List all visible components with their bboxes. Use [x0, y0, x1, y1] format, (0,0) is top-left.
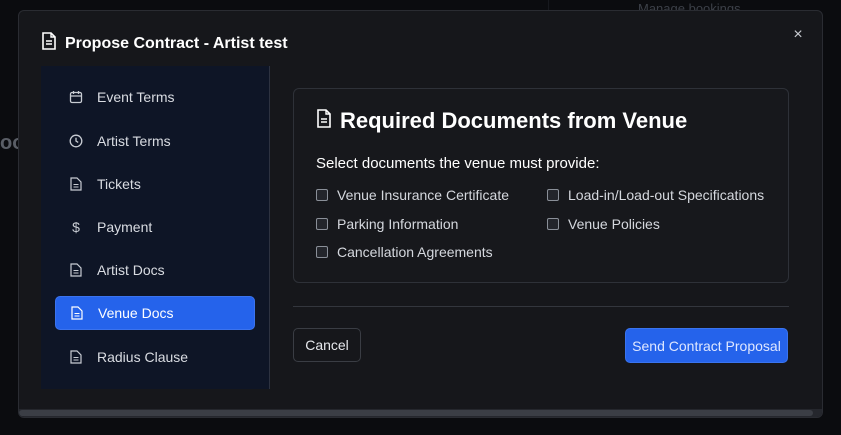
- scrollbar-thumb[interactable]: [19, 410, 813, 416]
- checkbox[interactable]: [316, 189, 328, 201]
- background-divider: [548, 0, 549, 10]
- document-icon: [69, 263, 83, 277]
- checkbox-load-in-load-out-specifications[interactable]: Load-in/Load-out Specifications: [547, 187, 764, 203]
- sidebar-item-label: Payment: [97, 219, 153, 235]
- checkbox[interactable]: [316, 246, 328, 258]
- sidebar-item-artist-terms[interactable]: Artist Terms: [55, 124, 255, 158]
- section-title: Required Documents from Venue: [316, 108, 687, 134]
- dollar-icon: $: [72, 219, 80, 235]
- calendar-icon: [69, 90, 83, 104]
- contract-sections-sidebar: Event Terms Artist Terms Tickets $ Payme…: [41, 66, 270, 389]
- modal-title: Propose Contract - Artist test: [41, 32, 288, 55]
- document-icon: [316, 108, 332, 134]
- checkbox-label: Venue Insurance Certificate: [337, 187, 509, 203]
- sidebar-item-radius-clause[interactable]: Radius Clause: [55, 340, 255, 374]
- checkbox-label: Load-in/Load-out Specifications: [568, 187, 765, 203]
- sidebar-item-label: Venue Docs: [98, 305, 174, 321]
- propose-contract-modal: Propose Contract - Artist test × Event T…: [18, 10, 823, 418]
- checkbox-venue-policies[interactable]: Venue Policies: [547, 216, 660, 232]
- checkbox[interactable]: [547, 218, 559, 230]
- sidebar-item-venue-docs[interactable]: Venue Docs: [55, 296, 255, 330]
- checkbox-label: Venue Policies: [568, 216, 660, 232]
- close-button[interactable]: ×: [788, 25, 808, 45]
- modal-title-text: Propose Contract - Artist test: [65, 34, 288, 52]
- sidebar-item-payment[interactable]: $ Payment: [55, 210, 255, 244]
- sidebar-item-label: Radius Clause: [97, 349, 189, 365]
- sidebar-item-label: Tickets: [97, 176, 141, 192]
- footer-divider: [293, 306, 789, 307]
- checkbox-label: Parking Information: [337, 216, 459, 232]
- checkbox-parking-information[interactable]: Parking Information: [316, 216, 458, 232]
- checkbox-cancellation-agreements[interactable]: Cancellation Agreements: [316, 244, 493, 260]
- document-icon: [41, 32, 57, 55]
- section-title-text: Required Documents from Venue: [340, 108, 688, 133]
- sidebar-item-label: Artist Docs: [97, 262, 165, 278]
- sidebar-item-label: Artist Terms: [97, 133, 171, 149]
- document-icon: [69, 350, 83, 364]
- clock-icon: [69, 134, 83, 148]
- section-subtitle: Select documents the venue must provide:: [316, 155, 600, 172]
- document-icon: [70, 306, 84, 320]
- sidebar-item-artist-docs[interactable]: Artist Docs: [55, 253, 255, 287]
- checkbox-label: Cancellation Agreements: [337, 244, 493, 260]
- sidebar-item-tickets[interactable]: Tickets: [55, 167, 255, 201]
- required-documents-card: Required Documents from Venue Select doc…: [293, 88, 789, 283]
- send-contract-proposal-button[interactable]: Send Contract Proposal: [625, 328, 788, 363]
- horizontal-scrollbar[interactable]: [19, 409, 822, 417]
- checkbox[interactable]: [547, 189, 559, 201]
- sidebar-item-event-terms[interactable]: Event Terms: [55, 80, 255, 114]
- checkbox[interactable]: [316, 218, 328, 230]
- sidebar-item-label: Event Terms: [97, 89, 175, 105]
- document-icon: [69, 177, 83, 191]
- close-icon[interactable]: ×: [793, 26, 802, 43]
- checkbox-venue-insurance-certificate[interactable]: Venue Insurance Certificate: [316, 187, 509, 203]
- cancel-button[interactable]: Cancel: [293, 328, 361, 362]
